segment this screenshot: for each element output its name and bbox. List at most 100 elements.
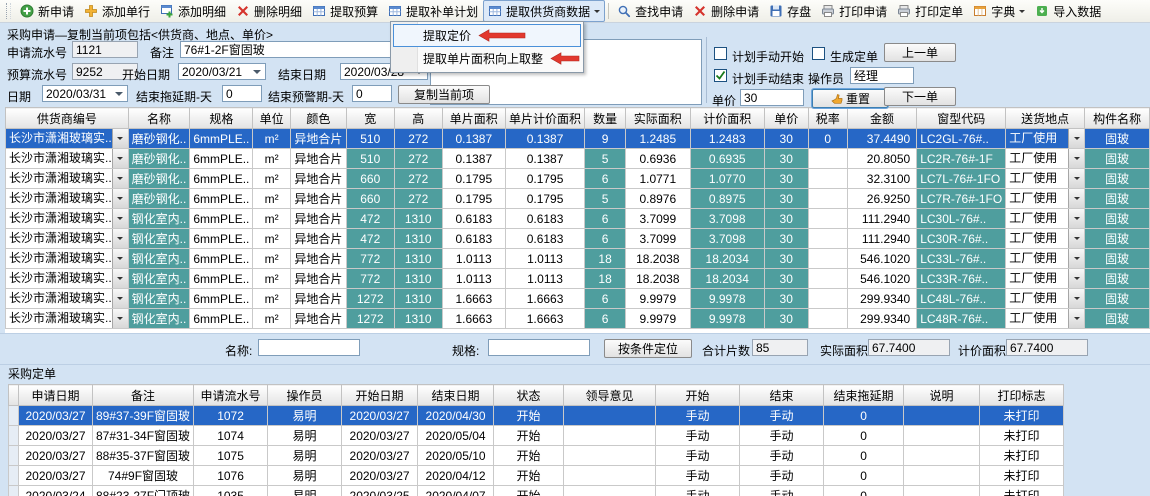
menu-item-extract-pricing[interactable]: 提取定价	[393, 24, 581, 47]
copy-current-button[interactable]: 复制当前项	[398, 85, 490, 104]
cell-color[interactable]: 异地合片	[290, 309, 346, 329]
supply-item-row[interactable]: 长沙市潇湘玻璃实..磨砂钢化..6mmPLE..m²异地合片6602720.17…	[6, 189, 1150, 209]
cell-name[interactable]: 磨砂钢化..	[128, 129, 190, 149]
cell-unit[interactable]: m²	[253, 149, 291, 169]
cell-remark[interactable]: 87#31-34F窗固玻	[93, 426, 194, 446]
cell-tax-rate[interactable]	[808, 229, 847, 249]
cell-remark[interactable]: 88#23-27F门顶玻	[93, 486, 194, 496]
cell-height[interactable]: 1310	[394, 309, 442, 329]
cell-leader-opinion[interactable]	[564, 446, 656, 466]
cell-window-code[interactable]: LC48L-76#..	[917, 289, 1006, 309]
cell-color[interactable]: 异地合片	[290, 189, 346, 209]
cell-name[interactable]: 钢化室内..	[128, 269, 190, 289]
end-delay-input[interactable]	[222, 85, 262, 102]
cell-priced-area[interactable]: 1.2483	[690, 129, 764, 149]
cell-end-delay[interactable]: 0	[824, 406, 904, 426]
cell-end-delay[interactable]: 0	[824, 486, 904, 496]
cell-actual-area[interactable]: 9.9979	[625, 289, 690, 309]
cell-window-code[interactable]: LC7R-76#-1FO	[917, 189, 1006, 209]
menu-item-extract-unit-area-roundup[interactable]: 提取单片面积向上取整	[391, 47, 583, 70]
cell-start[interactable]: 手动	[656, 426, 740, 446]
cell-note[interactable]	[904, 446, 980, 466]
cell-apply-date[interactable]: 2020/03/27	[19, 406, 93, 426]
cell-priced-area[interactable]: 3.7098	[690, 209, 764, 229]
date-combo[interactable]: 2020/03/31	[42, 85, 128, 102]
cell-width[interactable]: 1272	[346, 289, 394, 309]
column-header-window-code[interactable]: 窗型代码	[917, 108, 1006, 129]
column-header-end[interactable]: 结束	[740, 385, 824, 406]
cell-width[interactable]: 772	[346, 269, 394, 289]
cell-start-date[interactable]: 2020/03/25	[342, 486, 418, 496]
cell-apply-no[interactable]: 1075	[194, 446, 268, 466]
cell-unit[interactable]: m²	[253, 269, 291, 289]
dropdown-arrow-icon[interactable]	[1068, 209, 1084, 228]
cell-width[interactable]: 660	[346, 169, 394, 189]
cell-spec[interactable]: 6mmPLE..	[190, 169, 253, 189]
cell-qty[interactable]: 18	[585, 249, 626, 269]
start-date-combo[interactable]: 2020/03/21	[178, 63, 266, 80]
cell-qty[interactable]: 6	[585, 289, 626, 309]
cell-tax-rate[interactable]	[808, 209, 847, 229]
cell-color[interactable]: 异地合片	[290, 209, 346, 229]
cell-piece-priced-area[interactable]: 0.6183	[505, 209, 584, 229]
cell-window-code[interactable]: LC33L-76#..	[917, 249, 1006, 269]
toolbar-button-delete-detail[interactable]: 删除明细	[231, 0, 307, 22]
cell-spec[interactable]: 6mmPLE..	[190, 229, 253, 249]
cell-qty[interactable]: 18	[585, 269, 626, 289]
cell-spec[interactable]: 6mmPLE..	[190, 129, 253, 149]
cell-unit-price[interactable]: 30	[764, 189, 808, 209]
order-row[interactable]: 2020/03/2789#37-39F窗固玻1072易明2020/03/2720…	[9, 406, 1064, 426]
supply-item-row[interactable]: 长沙市潇湘玻璃实..磨砂钢化..6mmPLE..m²异地合片6602720.17…	[6, 169, 1150, 189]
column-header-print-flag[interactable]: 打印标志	[980, 385, 1064, 406]
row-selector[interactable]	[9, 486, 19, 496]
cell-actual-area[interactable]: 3.7099	[625, 209, 690, 229]
cell-color[interactable]: 异地合片	[290, 149, 346, 169]
toolbar-button-extract-supplement-plan[interactable]: 提取补单计划	[383, 0, 483, 22]
cell-qty[interactable]: 5	[585, 189, 626, 209]
order-row[interactable]: 2020/03/2488#23-27F门顶玻1035易明2020/03/2520…	[9, 486, 1064, 496]
toolbar-button-save[interactable]: 存盘	[764, 0, 816, 22]
dropdown-arrow-icon[interactable]	[112, 269, 128, 288]
cell-end-date[interactable]: 2020/04/07	[418, 486, 494, 496]
cell-operator[interactable]: 易明	[268, 426, 342, 446]
cell-height[interactable]: 1310	[394, 229, 442, 249]
cell-spec[interactable]: 6mmPLE..	[190, 189, 253, 209]
cell-priced-area[interactable]: 3.7098	[690, 229, 764, 249]
locate-by-condition-button[interactable]: 按条件定位	[604, 339, 692, 358]
cell-unit[interactable]: m²	[253, 309, 291, 329]
cell-height[interactable]: 1310	[394, 209, 442, 229]
cell-leader-opinion[interactable]	[564, 466, 656, 486]
toolbar-button-add-row[interactable]: 添加单行	[79, 0, 155, 22]
column-header-note[interactable]: 说明	[904, 385, 980, 406]
cell-name[interactable]: 钢化室内..	[128, 209, 190, 229]
cell-spec[interactable]: 6mmPLE..	[190, 269, 253, 289]
cell-spec[interactable]: 6mmPLE..	[190, 249, 253, 269]
dropdown-arrow-icon[interactable]	[1068, 289, 1084, 308]
end-warn-input[interactable]	[352, 85, 392, 102]
cell-operator[interactable]: 易明	[268, 466, 342, 486]
cell-priced-area[interactable]: 0.8975	[690, 189, 764, 209]
cell-tax-rate[interactable]	[808, 149, 847, 169]
cell-color[interactable]: 异地合片	[290, 169, 346, 189]
column-header-supplier-code[interactable]: 供货商编号	[6, 108, 129, 129]
toolbar-button-dictionary[interactable]: 字典	[968, 0, 1030, 22]
cell-unit-price[interactable]: 30	[764, 309, 808, 329]
cell-remark[interactable]: 89#37-39F窗固玻	[93, 406, 194, 426]
cell-delivery-place[interactable]: 工厂使用	[1006, 209, 1085, 229]
cell-part-name[interactable]: 固玻	[1085, 249, 1150, 269]
column-header-unit-price[interactable]: 单价	[764, 108, 808, 129]
row-selector[interactable]	[9, 466, 19, 486]
dropdown-arrow-icon[interactable]	[112, 289, 128, 308]
cell-width[interactable]: 472	[346, 209, 394, 229]
cell-window-code[interactable]: LC2GL-76#..	[917, 129, 1006, 149]
cell-print-flag[interactable]: 未打印	[980, 406, 1064, 426]
cell-color[interactable]: 异地合片	[290, 289, 346, 309]
cell-status[interactable]: 开始	[494, 426, 564, 446]
dropdown-arrow-icon[interactable]	[1068, 169, 1084, 188]
cell-spec[interactable]: 6mmPLE..	[190, 209, 253, 229]
cell-width[interactable]: 772	[346, 249, 394, 269]
cell-piece-priced-area[interactable]: 0.1387	[505, 129, 584, 149]
cell-amount[interactable]: 37.4490	[847, 129, 916, 149]
cell-print-flag[interactable]: 未打印	[980, 466, 1064, 486]
cell-height[interactable]: 272	[394, 189, 442, 209]
